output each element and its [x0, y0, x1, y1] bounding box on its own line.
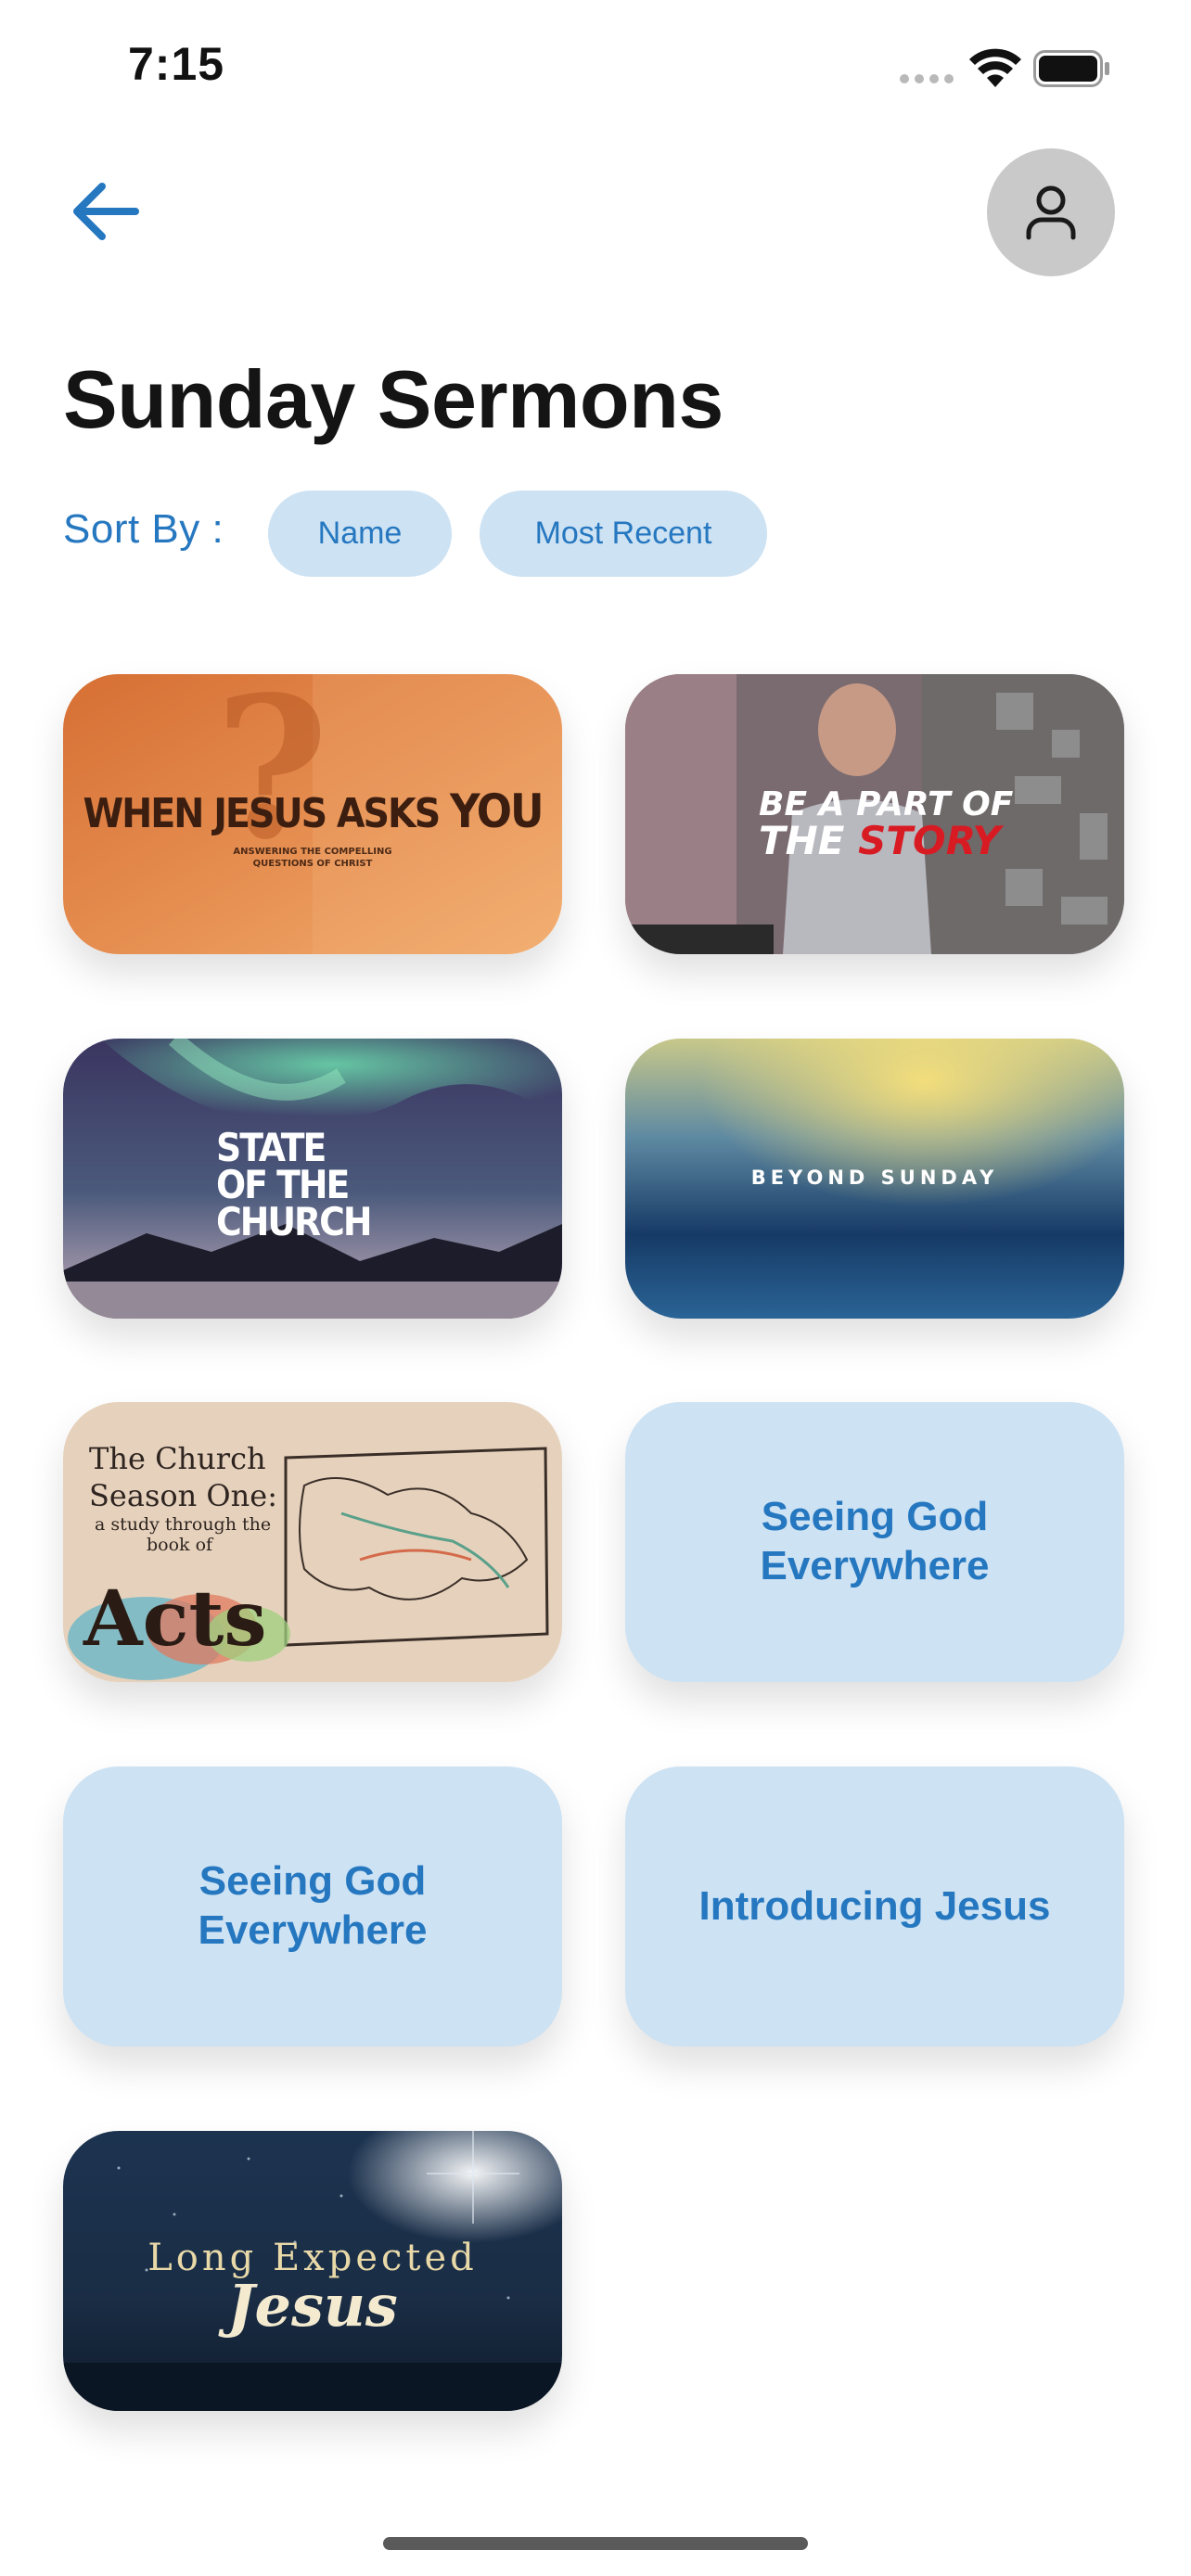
sermon-title: Seeing God Everywhere: [198, 1858, 428, 1953]
svg-text:BEYOND SUNDAY: BEYOND SUNDAY: [751, 1167, 999, 1189]
sermon-title: Seeing God Everywhere: [760, 1494, 990, 1588]
sermon-artwork: BE A PART OF THE STORY: [625, 674, 1124, 954]
svg-text:Season One:: Season One:: [89, 1478, 277, 1513]
svg-text:book of: book of: [147, 1535, 214, 1555]
sort-by-most-recent-button[interactable]: Most Recent: [480, 491, 767, 577]
sermon-artwork: The Church Season One: a study through t…: [63, 1402, 562, 1682]
svg-text:QUESTIONS OF CHRIST: QUESTIONS OF CHRIST: [253, 859, 373, 869]
sermon-card-long-expected-jesus[interactable]: Long Expected Jesus: [63, 2131, 562, 2411]
arrow-left-icon: [73, 183, 139, 240]
sermon-card-introducing-jesus[interactable]: Introducing Jesus: [625, 1766, 1124, 2047]
sermon-artwork: STATE OF THE CHURCH: [63, 1039, 562, 1319]
sermon-card-the-church-acts[interactable]: The Church Season One: a study through t…: [63, 1402, 562, 1682]
home-indicator[interactable]: [383, 2537, 808, 2550]
sermon-card-state-of-the-church[interactable]: STATE OF THE CHURCH: [63, 1039, 562, 1319]
back-button[interactable]: [61, 174, 150, 249]
sermon-title: Introducing Jesus: [698, 1882, 1051, 1929]
sort-by-name-button[interactable]: Name: [268, 491, 452, 577]
svg-text:The Church: The Church: [89, 1441, 266, 1476]
profile-button[interactable]: [987, 148, 1115, 276]
sermon-card-seeing-god-everywhere[interactable]: Seeing God Everywhere: [63, 1766, 562, 2047]
svg-text:Acts: Acts: [83, 1575, 267, 1664]
svg-text:a study through the: a study through the: [95, 1514, 271, 1535]
status-time: 7:15: [128, 38, 225, 90]
svg-text:Jesus: Jesus: [218, 2272, 398, 2340]
svg-text:ANSWERING THE COMPELLING: ANSWERING THE COMPELLING: [233, 847, 391, 857]
sermon-artwork: BEYOND SUNDAY: [625, 1039, 1124, 1319]
sermon-artwork: ? WHEN JESUS ASKS YOU ANSWERING THE COMP…: [63, 674, 562, 954]
sermon-artwork: Long Expected Jesus: [63, 2131, 562, 2411]
svg-text:THE STORY: THE STORY: [759, 818, 1004, 863]
sermon-card-be-a-part-of-the-story[interactable]: BE A PART OF THE STORY: [625, 674, 1124, 954]
sermon-card-when-jesus-asks-you[interactable]: ? WHEN JESUS ASKS YOU ANSWERING THE COMP…: [63, 674, 562, 954]
svg-text:CHURCH: CHURCH: [216, 1199, 370, 1244]
user-icon: [1026, 185, 1076, 240]
status-bar: 7:15: [0, 0, 1191, 130]
sort-label: Sort By :: [63, 506, 224, 552]
battery-icon: [1033, 50, 1109, 87]
wifi-icon: [969, 48, 1021, 87]
sermon-card-beyond-sunday[interactable]: BEYOND SUNDAY: [625, 1039, 1124, 1319]
svg-text:WHEN JESUS ASKS YOU: WHEN JESUS ASKS YOU: [83, 784, 542, 838]
sermon-card-seeing-god-everywhere[interactable]: Seeing God Everywhere: [625, 1402, 1124, 1682]
page-title: Sunday Sermons: [63, 353, 724, 445]
cellular-signal-icon: [900, 74, 955, 85]
